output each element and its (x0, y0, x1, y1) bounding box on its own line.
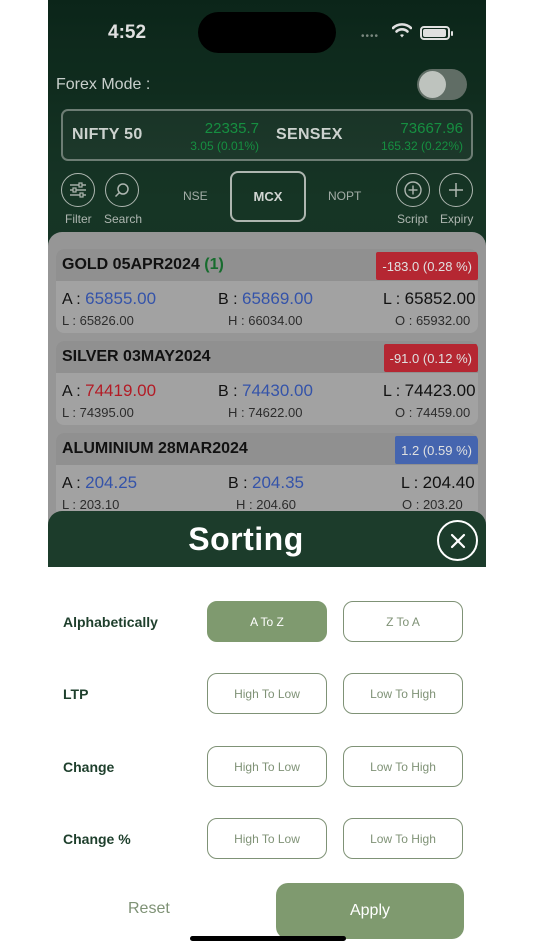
low-price: L : 65826.00 (62, 313, 134, 328)
add-script-button[interactable] (396, 173, 430, 207)
close-icon (450, 533, 465, 548)
sort-ltp-low-to-high-button[interactable]: Low To High (343, 673, 463, 714)
apply-button[interactable]: Apply (276, 883, 464, 939)
script-name: GOLD 05APR2024 (1) (62, 256, 224, 274)
sensex-value: 73667.96 (400, 120, 463, 137)
last-label: L : (401, 475, 419, 492)
sort-ltp-high-to-low-button[interactable]: High To Low (207, 673, 327, 714)
ask-label: A : (62, 475, 81, 492)
segment-nopt[interactable]: NOPT (328, 189, 361, 203)
plus-icon (449, 183, 463, 197)
sort-change-high-to-low-button[interactable]: High To Low (207, 746, 327, 787)
open-price: O : 74459.00 (395, 405, 471, 420)
last-value: 204.40 (422, 473, 475, 492)
open-price: O : 65932.00 (395, 313, 471, 328)
last-label: L : (383, 383, 401, 400)
filter-button[interactable] (61, 173, 95, 207)
phone-screen: 4:52 •••• Forex Mode : NIFTY 50 22335.7 … (48, 0, 486, 950)
sorting-title: Sorting (188, 521, 304, 557)
ask-price: A : 74419.00 (62, 381, 156, 401)
high-price: H : 74622.00 (228, 405, 303, 420)
sort-row-alphabetically-label: Alphabetically (63, 614, 158, 630)
battery-icon (420, 26, 453, 40)
bid-label: B : (218, 383, 238, 400)
bid-label: B : (218, 291, 238, 308)
bid-value: 65869.00 (242, 289, 313, 308)
forex-mode-label: Forex Mode : (56, 76, 151, 93)
status-time: 4:52 (108, 22, 147, 43)
ask-value: 204.25 (85, 473, 138, 492)
script-card-silver[interactable]: SILVER 03MAY2024 -91.0 (0.12 %) A : 7441… (56, 341, 478, 425)
search-label: Search (104, 212, 143, 226)
expiry-label: Expiry (440, 212, 474, 226)
change-badge: -91.0 (0.12 %) (383, 344, 478, 372)
bid-value: 74430.00 (242, 381, 313, 400)
sort-change-pct-high-to-low-button[interactable]: High To Low (207, 818, 327, 859)
last-price: L : 204.40 (401, 473, 475, 493)
nifty-name: NIFTY 50 (72, 126, 143, 143)
plus-circle-icon (404, 181, 422, 199)
segment-nse[interactable]: NSE (183, 189, 208, 203)
sensex-name: SENSEX (276, 126, 343, 143)
signal-icon: •••• (361, 31, 380, 42)
search-button[interactable] (105, 173, 139, 207)
ask-label: A : (62, 291, 81, 308)
bid-price: B : 204.35 (228, 473, 304, 493)
script-card-gold[interactable]: GOLD 05APR2024 (1) -183.0 (0.28 %) A : 6… (56, 249, 478, 333)
change-badge: -183.0 (0.28 %) (376, 252, 478, 280)
segment-mcx[interactable]: MCX (230, 171, 306, 222)
last-label: L : (383, 291, 401, 308)
last-price: L : 65852.00 (383, 289, 476, 309)
script-count: (1) (204, 256, 224, 273)
change-badge: 1.2 (0.59 %) (395, 436, 478, 464)
last-value: 65852.00 (404, 289, 476, 308)
sort-z-to-a-button[interactable]: Z To A (343, 601, 463, 642)
index-ticker[interactable]: NIFTY 50 22335.7 3.05 (0.01%) SENSEX 736… (61, 109, 473, 161)
market-watch-background: 4:52 •••• Forex Mode : NIFTY 50 22335.7 … (48, 0, 486, 567)
sorting-header: Sorting (48, 511, 486, 567)
reset-button[interactable]: Reset (128, 900, 170, 918)
sort-row-ltp-label: LTP (63, 686, 89, 702)
search-icon (114, 183, 129, 198)
ask-value: 65855.00 (85, 289, 157, 308)
high-price: H : 204.60 (236, 497, 296, 512)
ask-label: A : (62, 383, 81, 400)
sort-change-low-to-high-button[interactable]: Low To High (343, 746, 463, 787)
filter-label: Filter (65, 212, 92, 226)
bid-label: B : (228, 475, 248, 492)
dynamic-island (198, 12, 336, 53)
script-card-aluminium[interactable]: ALUMINIUM 28MAR2024 1.2 (0.59 %) A : 204… (56, 433, 478, 517)
sliders-icon (70, 182, 86, 198)
script-label: Script (397, 212, 428, 226)
sort-row-change-percent-label: Change % (63, 831, 131, 847)
expiry-button[interactable] (439, 173, 473, 207)
low-price: L : 74395.00 (62, 405, 134, 420)
bid-price: B : 74430.00 (218, 381, 313, 401)
wifi-icon (392, 23, 412, 38)
open-price: O : 203.20 (402, 497, 463, 512)
forex-mode-toggle[interactable] (417, 69, 467, 100)
sort-change-pct-low-to-high-button[interactable]: Low To High (343, 818, 463, 859)
sort-a-to-z-button[interactable]: A To Z (207, 601, 327, 642)
home-indicator[interactable] (190, 936, 346, 941)
bid-value: 204.35 (252, 473, 305, 492)
script-name: ALUMINIUM 28MAR2024 (62, 440, 248, 457)
ask-price: A : 204.25 (62, 473, 137, 493)
sensex-change: 165.32 (0.22%) (380, 139, 463, 153)
bid-price: B : 65869.00 (218, 289, 313, 309)
last-price: L : 74423.00 (383, 381, 476, 401)
sort-row-change-label: Change (63, 759, 115, 775)
high-price: H : 66034.00 (228, 313, 303, 328)
low-price: L : 203.10 (62, 497, 120, 512)
nifty-value: 22335.7 (204, 120, 259, 137)
nifty-change: 3.05 (0.01%) (190, 139, 259, 153)
close-button[interactable] (437, 520, 478, 561)
script-name: SILVER 03MAY2024 (62, 348, 211, 365)
script-name-text: GOLD 05APR2024 (62, 256, 200, 273)
ask-value: 74419.00 (85, 381, 157, 400)
last-value: 74423.00 (404, 381, 476, 400)
ask-price: A : 65855.00 (62, 289, 156, 309)
